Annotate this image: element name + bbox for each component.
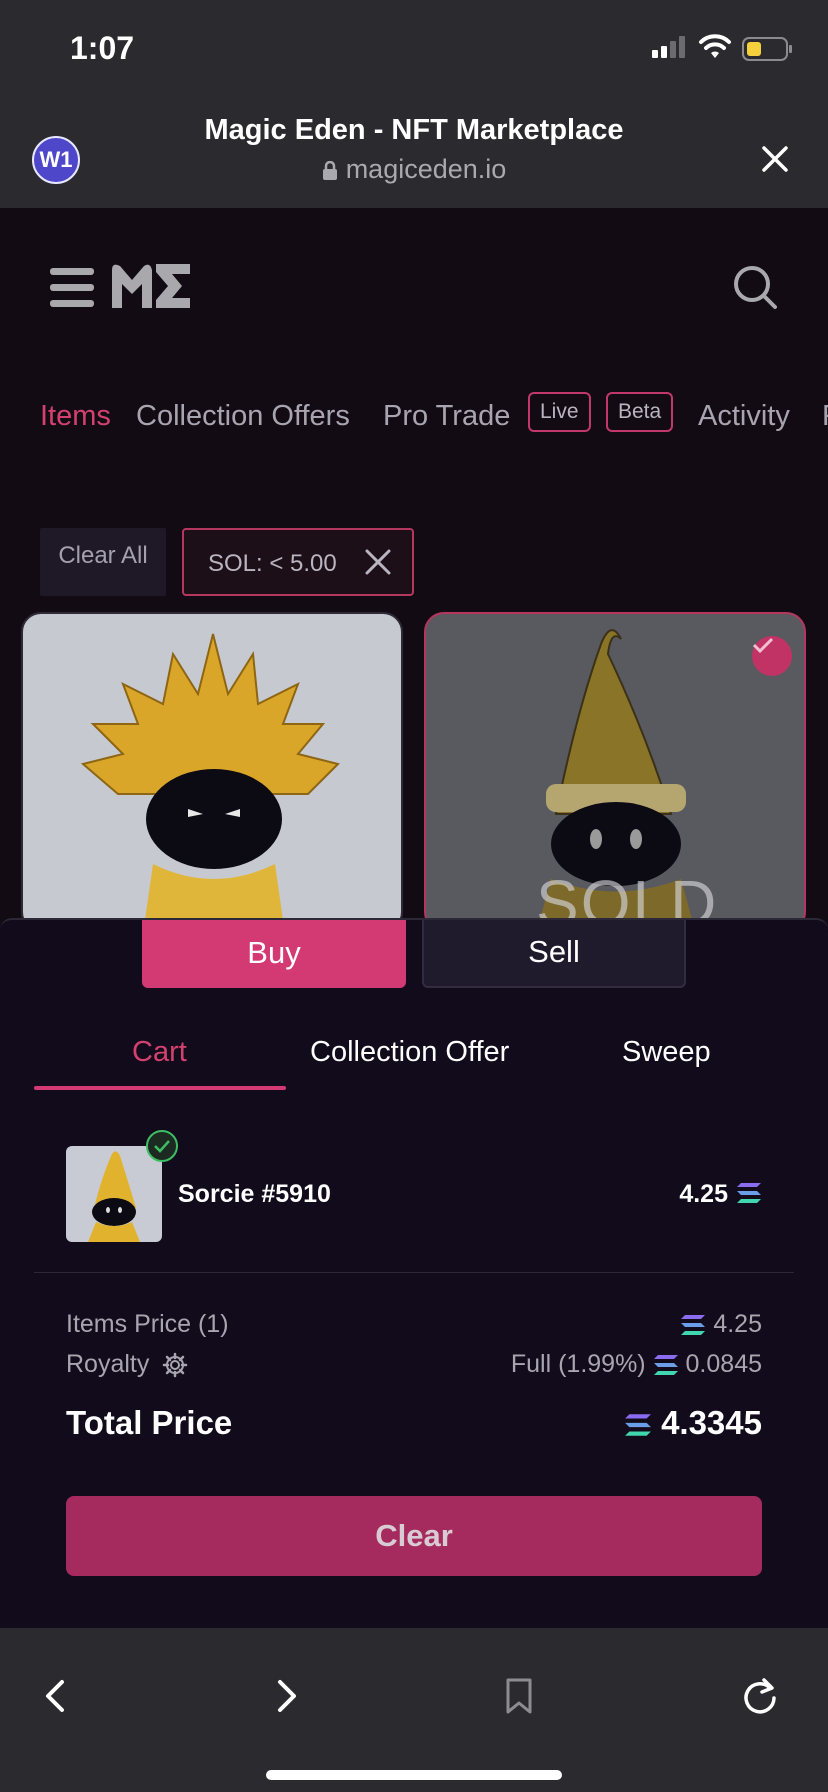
solana-icon (681, 1315, 706, 1336)
selected-check-icon (146, 1130, 178, 1162)
clear-cart-button[interactable]: Clear (66, 1496, 762, 1576)
filter-chip-label: SOL: < 5.00 (208, 550, 337, 577)
royalty-row: Royalty Full (1.99%) 0.0845 (66, 1350, 762, 1379)
total-price-value: 4.3345 (661, 1404, 762, 1441)
cart-sheet: Buy Sell Cart Collection Offer Sweep Sor… (0, 918, 828, 1628)
gear-icon[interactable] (162, 1352, 188, 1378)
items-price-label: Items Price (1) (66, 1310, 229, 1338)
nft-image (80, 633, 340, 930)
tab-cart[interactable]: Cart (132, 1036, 187, 1069)
item-thumbnail (66, 1146, 162, 1242)
selected-check-icon (752, 636, 792, 676)
tab-pro-trade[interactable]: Pro Trade (383, 400, 510, 433)
clear-all-button[interactable]: Clear All (40, 528, 166, 596)
nft-card[interactable] (21, 612, 403, 932)
item-name: Sorcie #5910 (178, 1180, 331, 1208)
tab-items[interactable]: Items (40, 400, 111, 433)
solana-icon (624, 1414, 651, 1437)
close-icon[interactable] (760, 144, 790, 174)
page-url[interactable]: magiceden.io (0, 154, 828, 185)
wifi-icon (699, 34, 731, 58)
tab-sweep[interactable]: Sweep (622, 1036, 711, 1069)
remove-filter-icon[interactable] (364, 548, 392, 576)
site-content: Items Collection Offers Pro Trade Live B… (0, 208, 828, 1628)
search-icon[interactable] (732, 264, 778, 310)
browser-header: W1 Magic Eden - NFT Marketplace magicede… (0, 100, 828, 208)
tab-collection-offers[interactable]: Collection Offers (136, 400, 350, 433)
reload-icon[interactable] (740, 1676, 780, 1716)
total-price-row: Total Price 4.3345 (66, 1404, 762, 1442)
url-text: magiceden.io (345, 154, 507, 184)
royalty-mode[interactable]: Full (1.99%) (511, 1350, 646, 1378)
home-indicator (266, 1770, 562, 1780)
beta-badge: Beta (606, 392, 674, 432)
items-price-value: 4.25 (713, 1310, 762, 1338)
tab-overflow[interactable]: F (822, 400, 828, 433)
back-icon[interactable] (40, 1676, 70, 1716)
nft-card-selected[interactable]: SOLD (424, 612, 806, 932)
live-badge: Live (528, 392, 591, 432)
sheet-tabs: Cart Collection Offer Sweep (34, 1028, 794, 1092)
buy-toggle[interactable]: Buy (142, 920, 406, 988)
magic-eden-logo[interactable] (110, 260, 192, 312)
lock-icon (322, 160, 337, 180)
item-price: 4.25 (679, 1180, 728, 1208)
solana-icon (737, 1183, 761, 1203)
royalty-label: Royalty (66, 1350, 150, 1378)
hamburger-menu-icon[interactable] (50, 268, 94, 308)
cart-item[interactable]: Sorcie #5910 4.25 (66, 1130, 762, 1246)
bookmark-icon[interactable] (504, 1676, 534, 1716)
price-filter-chip[interactable]: SOL: < 5.00 (182, 528, 414, 596)
forward-icon[interactable] (272, 1676, 302, 1716)
active-tab-indicator (34, 1086, 286, 1090)
browser-toolbar (0, 1628, 828, 1792)
royalty-value: 0.0845 (685, 1350, 762, 1378)
tab-activity[interactable]: Activity (698, 400, 790, 433)
battery-icon (742, 37, 792, 61)
divider (34, 1272, 794, 1273)
status-time: 1:07 (70, 30, 135, 66)
total-price-label: Total Price (66, 1404, 233, 1441)
sell-toggle[interactable]: Sell (422, 920, 686, 988)
signal-icon (652, 36, 685, 58)
tab-collection-offer[interactable]: Collection Offer (310, 1036, 509, 1069)
page-title: Magic Eden - NFT Marketplace (204, 114, 624, 146)
status-bar: 1:07 (0, 0, 828, 100)
items-price-row: Items Price (1) 4.25 (66, 1310, 762, 1339)
solana-icon (653, 1355, 678, 1376)
